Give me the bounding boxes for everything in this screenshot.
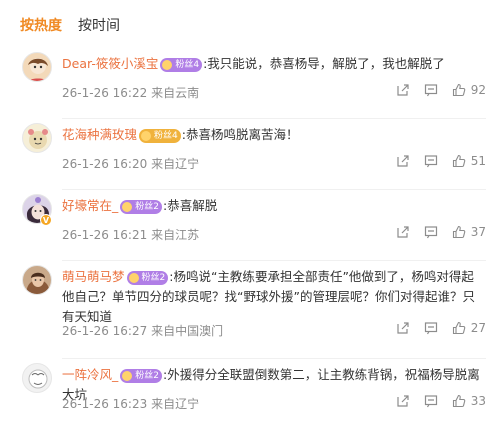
fan-level-badge: 粉丝2 [120,199,162,214]
comment-location: 来自辽宁 [151,157,200,171]
tab-by-heat[interactable]: 按热度 [20,14,62,38]
like-button[interactable]: 33 [452,394,486,408]
comment-username[interactable]: 一阵冷风_ [62,367,118,382]
thumbs-up-icon [452,83,466,97]
avatar[interactable] [22,52,52,82]
comment-meta: 26-1-26 16:27 来自中国澳门 [62,323,223,339]
thumbs-up-icon [452,321,466,335]
comment-location: 来自辽宁 [151,397,200,411]
avatar[interactable] [22,265,52,295]
comment-time: 26-1-26 16:20 [62,157,148,171]
like-button[interactable]: 51 [452,154,486,168]
comment-meta: 26-1-26 16:20 来自辽宁 [62,156,199,172]
comment-item: 一阵冷风_ 粉丝2:外援得分全联盟倒数第二，让主教练背锅，祝福杨导脱离大坑 26-… [0,359,500,439]
comment-username[interactable]: 萌马萌马梦 [62,269,125,284]
share-icon[interactable] [396,225,410,239]
comment-item: V 好壕常在_ 粉丝2:恭喜解脱 26-1-26 16:21 来自江苏 37 [0,190,500,261]
comment-text: :我只能说，恭喜杨导，解脱了，我也解脱了 [203,56,445,71]
comment-text: :恭喜杨鸣脱离苦海！ [181,127,299,142]
comment-icon[interactable] [424,83,438,97]
share-icon[interactable] [396,154,410,168]
comment-actions: 37 [396,225,486,239]
share-icon[interactable] [396,83,410,97]
like-count: 51 [470,154,486,168]
comment-icon[interactable] [424,321,438,335]
comment-time: 26-1-26 16:27 [62,324,148,338]
share-icon[interactable] [396,321,410,335]
comment-actions: 51 [396,154,486,168]
comment-item: Dear-筱筱小溪宝 粉丝4:我只能说，恭喜杨导，解脱了，我也解脱了 26-1-2… [0,48,500,119]
comment-username[interactable]: 好壕常在_ [62,198,118,213]
fan-level-badge: 粉丝4 [160,57,203,72]
comment-actions: 92 [396,83,486,97]
fan-level-badge: 粉丝4 [139,128,181,143]
avatar[interactable] [22,363,52,393]
comment-meta: 26-1-26 16:21 来自江苏 [62,227,199,243]
thumbs-up-icon [452,154,466,168]
sort-tabs: 按热度 按时间 [20,14,120,38]
comment-text-line: 花海种满玫瑰 粉丝4:恭喜杨鸣脱离苦海！ [62,125,486,145]
comment-text: :恭喜解脱 [163,198,218,213]
comment-username[interactable]: Dear-筱筱小溪宝 [62,56,158,71]
comment-text-line: Dear-筱筱小溪宝 粉丝4:我只能说，恭喜杨导，解脱了，我也解脱了 [62,54,486,74]
like-count: 33 [470,394,486,408]
comment-body: 萌马萌马梦 粉丝2:杨鸣说“主教练要承担全部责任”他做到了，杨鸣对得起他自己？单节… [62,267,486,327]
comment-location: 来自中国澳门 [151,324,224,338]
comment-time: 26-1-26 16:23 [62,397,148,411]
comment-meta: 26-1-26 16:22 来自云南 [62,85,199,101]
comment-time: 26-1-26 16:21 [62,228,148,242]
avatar[interactable] [22,123,52,153]
comment-item: 萌马萌马梦 粉丝2:杨鸣说“主教练要承担全部责任”他做到了，杨鸣对得起他自己？单节… [0,261,500,359]
like-count: 27 [470,321,486,335]
comment-text-line: 好壕常在_ 粉丝2:恭喜解脱 [62,196,486,216]
verified-icon: V [40,214,52,226]
like-button[interactable]: 27 [452,321,486,335]
comment-location: 来自江苏 [151,228,200,242]
fan-level-badge: 粉丝2 [126,270,169,285]
like-button[interactable]: 92 [452,83,486,97]
comment-item: 花海种满玫瑰 粉丝4:恭喜杨鸣脱离苦海！ 26-1-26 16:20 来自辽宁 5… [0,119,500,190]
comment-icon[interactable] [424,394,438,408]
comment-body: 好壕常在_ 粉丝2:恭喜解脱 [62,196,486,216]
fan-level-badge: 粉丝2 [120,368,162,383]
comment-icon[interactable] [424,225,438,239]
thumbs-up-icon [452,394,466,408]
tab-by-time[interactable]: 按时间 [78,14,120,38]
like-button[interactable]: 37 [452,225,486,239]
comment-username[interactable]: 花海种满玫瑰 [62,127,137,142]
comment-location: 来自云南 [151,86,200,100]
comment-actions: 27 [396,321,486,335]
like-count: 37 [470,225,486,239]
comment-list: Dear-筱筱小溪宝 粉丝4:我只能说，恭喜杨导，解脱了，我也解脱了 26-1-2… [0,48,500,439]
like-count: 92 [470,83,486,97]
comment-body: Dear-筱筱小溪宝 粉丝4:我只能说，恭喜杨导，解脱了，我也解脱了 [62,54,486,74]
comment-body: 花海种满玫瑰 粉丝4:恭喜杨鸣脱离苦海！ [62,125,486,145]
comment-icon[interactable] [424,154,438,168]
thumbs-up-icon [452,225,466,239]
comment-text-line: 萌马萌马梦 粉丝2:杨鸣说“主教练要承担全部责任”他做到了，杨鸣对得起他自己？单节… [62,267,486,327]
comment-meta: 26-1-26 16:23 来自辽宁 [62,396,199,412]
share-icon[interactable] [396,394,410,408]
comment-actions: 33 [396,394,486,408]
comment-time: 26-1-26 16:22 [62,86,148,100]
